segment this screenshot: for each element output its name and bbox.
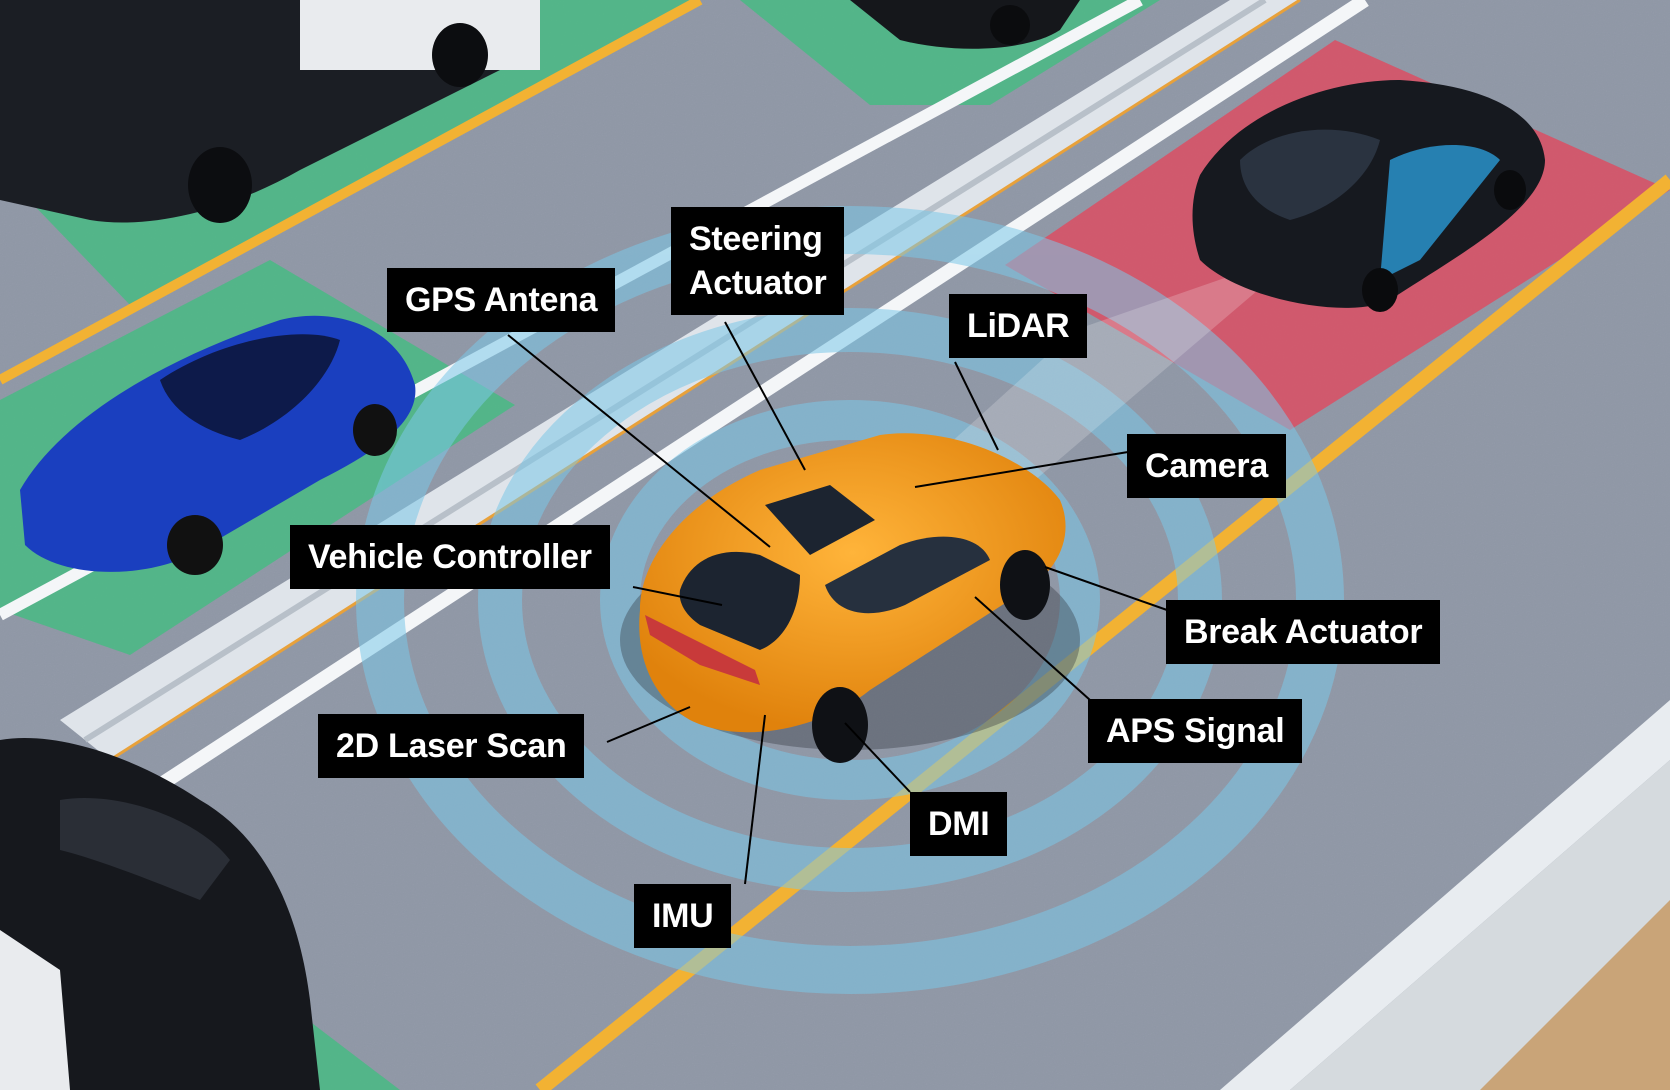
label-steering-actuator: Steering Actuator [671, 207, 845, 315]
highway-scene [0, 0, 1670, 1090]
car-wheel-front [1000, 550, 1050, 620]
label-lidar: LiDAR [949, 294, 1088, 358]
car-wheel-rear [812, 687, 868, 763]
label-break-actuator: Break Actuator [1166, 600, 1441, 664]
label-gps-antena: GPS Antena [387, 268, 616, 332]
label-steering-actuator-line-1: Steering [689, 220, 823, 258]
label-dmi: DMI [910, 792, 1008, 856]
label-vehicle-controller: Vehicle Controller [290, 525, 610, 589]
label-camera: Camera [1127, 434, 1286, 498]
label-imu: IMU [634, 884, 732, 948]
label-2d-laser-scan: 2D Laser Scan [318, 714, 585, 778]
label-steering-actuator-line-2: Actuator [689, 264, 827, 302]
label-aps-signal: APS Signal [1088, 699, 1303, 763]
